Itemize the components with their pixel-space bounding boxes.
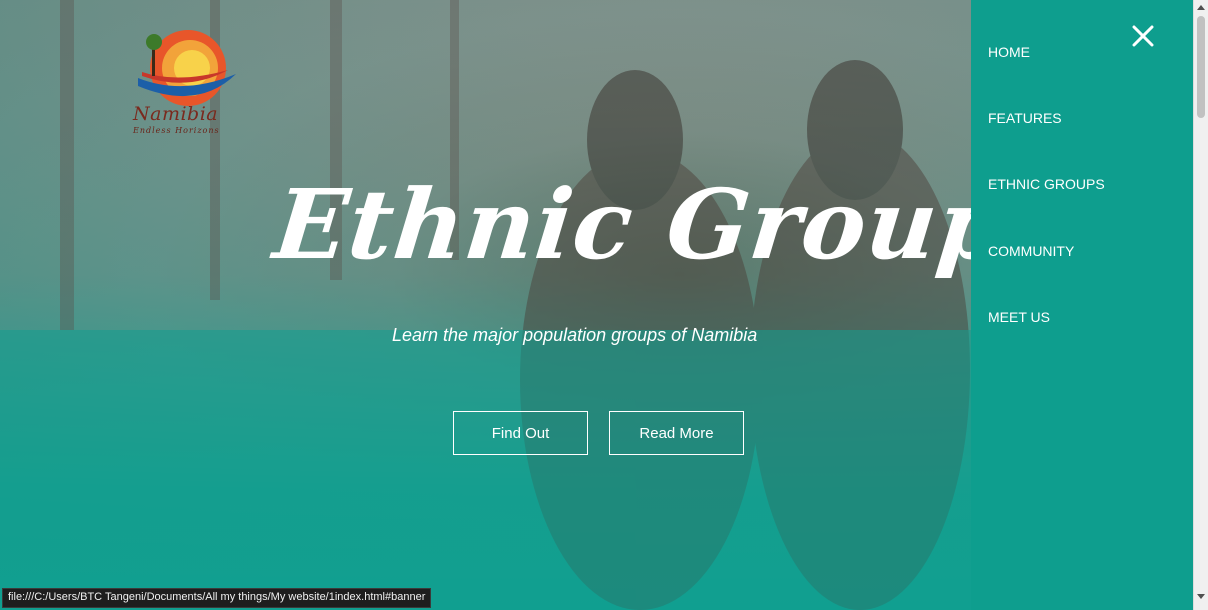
- banner: Namibia Endless Horizons Ethnic Groups L…: [0, 0, 971, 610]
- logo-tagline: Endless Horizons: [133, 126, 220, 135]
- logo-title: Namibia: [133, 103, 219, 125]
- page-subtitle: Learn the major population groups of Nam…: [392, 325, 758, 345]
- side-menu: HOME FEATURES ETHNIC GROUPS COMMUNITY ME…: [971, 0, 1193, 610]
- scroll-thumb[interactable]: [1197, 16, 1205, 118]
- menu-item-meet-us[interactable]: MEET US: [988, 309, 1050, 325]
- status-bar-url: file:///C:/Users/BTC Tangeni/Documents/A…: [2, 588, 432, 608]
- vertical-scrollbar[interactable]: [1193, 0, 1208, 610]
- menu-item-ethnic-groups[interactable]: ETHNIC GROUPS: [988, 176, 1105, 192]
- browser-viewport: Namibia Endless Horizons Ethnic Groups L…: [0, 0, 1208, 610]
- page-title: Ethnic Groups: [269, 168, 971, 281]
- close-icon[interactable]: [1131, 24, 1155, 48]
- read-more-button[interactable]: Read More: [609, 411, 744, 455]
- menu-item-features[interactable]: FEATURES: [988, 110, 1062, 126]
- scroll-down-arrow-icon[interactable]: [1197, 594, 1205, 599]
- menu-item-home[interactable]: HOME: [988, 44, 1030, 60]
- scroll-up-arrow-icon[interactable]: [1197, 5, 1205, 10]
- find-out-button[interactable]: Find Out: [453, 411, 588, 455]
- menu-item-community[interactable]: COMMUNITY: [988, 243, 1074, 259]
